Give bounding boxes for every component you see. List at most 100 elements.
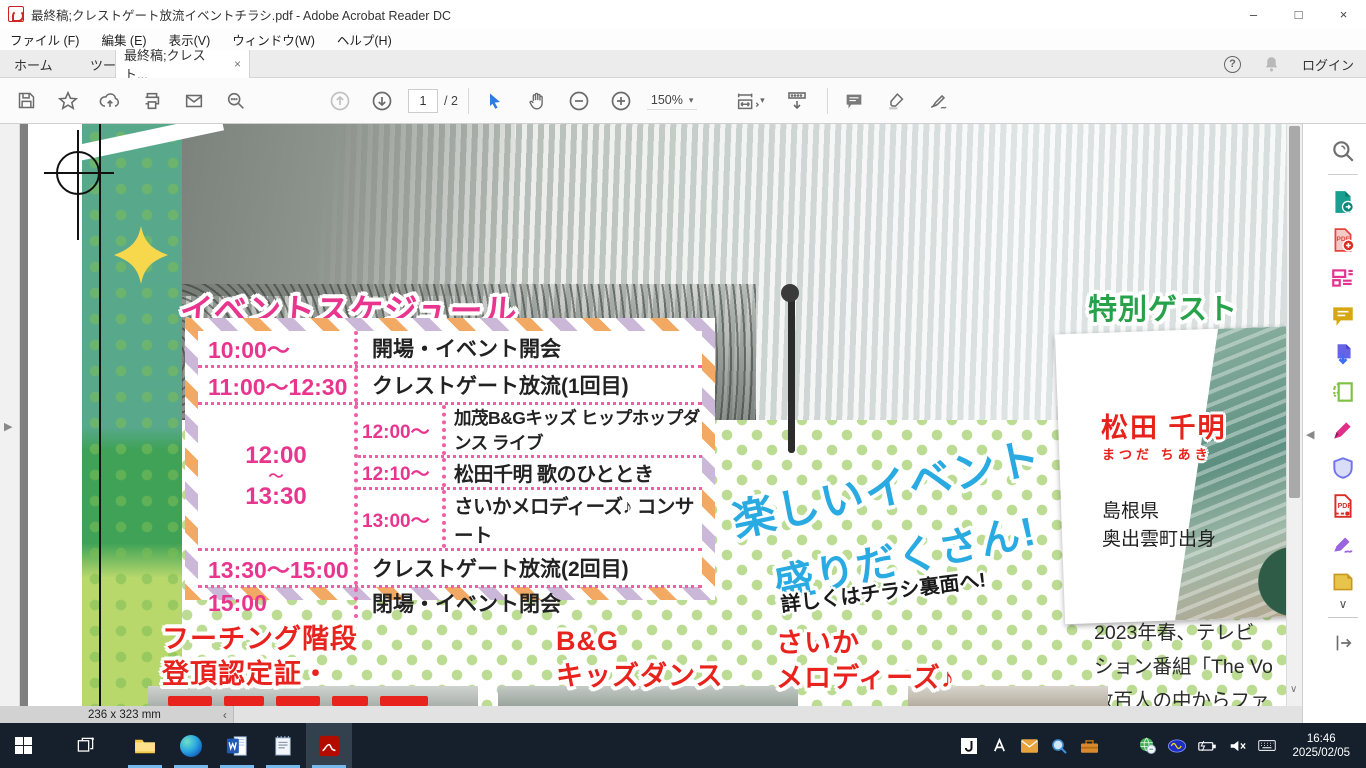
fill-sign-icon[interactable] bbox=[1323, 411, 1363, 449]
row4-time: 13:30〜15:00 bbox=[198, 551, 358, 585]
organize-pages-icon[interactable] bbox=[1323, 373, 1363, 411]
panel-collapse-icon[interactable]: ◀ bbox=[1306, 428, 1314, 441]
email-icon[interactable] bbox=[178, 85, 210, 117]
svg-text:PDF: PDF bbox=[1338, 503, 1353, 510]
subrow2-event: 松田千明 歌のひととき bbox=[446, 458, 702, 487]
file-explorer-button[interactable] bbox=[122, 723, 168, 768]
close-button[interactable]: × bbox=[1321, 0, 1366, 28]
acrobat-taskbar-button[interactable] bbox=[306, 723, 352, 768]
maximize-button[interactable]: □ bbox=[1276, 0, 1321, 28]
start-button[interactable] bbox=[0, 723, 46, 768]
clock-date: 2025/02/05 bbox=[1292, 746, 1350, 760]
tray-keyboard-icon[interactable] bbox=[1258, 737, 1276, 755]
nav-pane-expand-icon[interactable]: ▶ bbox=[4, 420, 12, 433]
tab-home[interactable]: ホーム bbox=[14, 50, 53, 78]
comment-icon[interactable] bbox=[838, 85, 870, 117]
tray-network-chat-icon[interactable] bbox=[1138, 737, 1156, 755]
row5-event: 閉場・イベント閉会 bbox=[358, 588, 702, 618]
print-icon[interactable] bbox=[136, 85, 168, 117]
tray-ime-a-icon[interactable] bbox=[990, 737, 1008, 755]
zoom-level-dropdown[interactable]: 150% ▾ bbox=[647, 91, 698, 110]
more-tools-icon[interactable]: ∨ bbox=[1339, 597, 1348, 611]
tray-volume-muted-icon[interactable] bbox=[1228, 737, 1246, 755]
tray-battery-icon[interactable] bbox=[1198, 737, 1216, 755]
sign-icon[interactable] bbox=[922, 85, 954, 117]
row3-time-end: 13:30 bbox=[245, 484, 306, 509]
combine-files-icon[interactable] bbox=[1323, 335, 1363, 373]
edge-button[interactable] bbox=[168, 723, 214, 768]
hand-tool-icon[interactable] bbox=[521, 85, 553, 117]
guest-origin-line1: 島根県 bbox=[1102, 496, 1159, 523]
taskbar-clock[interactable]: 16:46 2025/02/05 bbox=[1288, 732, 1358, 760]
share-upload-icon[interactable] bbox=[94, 85, 126, 117]
tab-close-icon[interactable]: × bbox=[234, 57, 241, 71]
notepad-button[interactable] bbox=[260, 723, 306, 768]
edit-pdf-icon[interactable] bbox=[1323, 259, 1363, 297]
menu-help[interactable]: ヘルプ(H) bbox=[337, 30, 392, 49]
login-button[interactable]: ログイン bbox=[1302, 55, 1354, 74]
schedule-row-2: 11:00〜12:30 クレストゲート放流(1回目) bbox=[198, 368, 702, 405]
protect-icon[interactable] bbox=[1323, 449, 1363, 487]
horizontal-scrollbar[interactable] bbox=[233, 706, 1302, 723]
subrow3-event: さいかメロディーズ♪ コンサート bbox=[446, 490, 702, 548]
menu-file[interactable]: ファイル (F) bbox=[10, 30, 79, 49]
guest-bio-line1: 2023年春、テレビ bbox=[1094, 616, 1286, 650]
row3-time: 12:00 〜 13:30 bbox=[198, 405, 358, 548]
stamp-icon[interactable] bbox=[1323, 563, 1363, 601]
tools-panel: ◀ PDF PDF ∨ bbox=[1302, 124, 1366, 723]
star-icon[interactable] bbox=[52, 85, 84, 117]
tab-document[interactable]: 最終稿;クレスト... × bbox=[115, 50, 250, 78]
acrobat-window: 最終稿;クレストゲート放流イベントチラシ.pdf - Adobe Acrobat… bbox=[0, 0, 1366, 768]
tray-toolbox-icon[interactable] bbox=[1080, 737, 1098, 755]
word-button[interactable] bbox=[214, 723, 260, 768]
schedule-table: 10:00〜 開場・イベント開会 11:00〜12:30 クレストゲート放流(1… bbox=[185, 318, 715, 600]
compress-pdf-icon[interactable]: PDF bbox=[1323, 487, 1363, 525]
fit-width-dropdown[interactable]: ▾ bbox=[727, 85, 771, 117]
search-tools-icon[interactable] bbox=[1323, 132, 1363, 170]
create-pdf-icon[interactable]: PDF bbox=[1323, 221, 1363, 259]
zoom-in-icon[interactable] bbox=[605, 85, 637, 117]
certificates-icon[interactable] bbox=[1323, 525, 1363, 563]
find-icon[interactable] bbox=[220, 85, 252, 117]
select-tool-icon[interactable] bbox=[479, 85, 511, 117]
row2-time: 11:00〜12:30 bbox=[198, 368, 358, 402]
bottom-label-3-line1: さいか bbox=[776, 626, 955, 661]
tray-ime-wave-icon[interactable] bbox=[1168, 737, 1186, 755]
scroll-down-icon[interactable]: ∨ bbox=[1290, 684, 1297, 695]
guest-photo bbox=[1165, 326, 1286, 621]
save-icon[interactable] bbox=[10, 85, 42, 117]
help-icon[interactable]: ? bbox=[1224, 56, 1241, 73]
microphone-head bbox=[781, 284, 799, 302]
export-pdf-icon[interactable] bbox=[1323, 183, 1363, 221]
document-area: ▶ イベントスケジュール bbox=[0, 124, 1302, 706]
tray-search-icon[interactable] bbox=[1050, 737, 1068, 755]
task-view-button[interactable] bbox=[62, 723, 108, 768]
tab-bar: ホーム ツール 最終稿;クレスト... × ? ログイン bbox=[0, 50, 1366, 78]
zoom-out-icon[interactable] bbox=[563, 85, 595, 117]
comment-tools-icon[interactable] bbox=[1323, 297, 1363, 335]
subrow1-time: 12:00〜 bbox=[358, 405, 446, 455]
schedule-row-1: 10:00〜 開場・イベント開会 bbox=[198, 331, 702, 368]
minimize-button[interactable]: – bbox=[1231, 0, 1276, 28]
clipped-red-text bbox=[380, 696, 428, 706]
clipped-red-text bbox=[332, 696, 368, 706]
bottom-label-1-line1: フーチング階段 bbox=[162, 622, 358, 657]
scroll-left-icon[interactable]: ‹ bbox=[223, 708, 227, 722]
vertical-scrollbar[interactable]: ∨ bbox=[1286, 124, 1302, 706]
notification-bell-icon[interactable] bbox=[1263, 55, 1280, 73]
schedule-row-4: 13:30〜15:00 クレストゲート放流(2回目) bbox=[198, 551, 702, 588]
clipped-red-text bbox=[168, 696, 212, 706]
vertical-scrollbar-thumb[interactable] bbox=[1289, 126, 1300, 498]
open-tools-pane-icon[interactable] bbox=[1323, 624, 1363, 662]
next-page-icon[interactable] bbox=[366, 85, 398, 117]
guest-bio-line3: 数百人の中からファ bbox=[1094, 684, 1286, 706]
row3-time-tilde: 〜 bbox=[268, 469, 283, 485]
tray-j-icon[interactable] bbox=[960, 737, 978, 755]
page-scrolling-icon[interactable] bbox=[781, 85, 813, 117]
tray-mail-icon[interactable] bbox=[1020, 737, 1038, 755]
bottom-label-1-line2: 登頂認定証・ bbox=[162, 657, 358, 692]
highlight-icon[interactable] bbox=[880, 85, 912, 117]
page-number-input[interactable] bbox=[408, 89, 438, 113]
previous-page-icon[interactable] bbox=[324, 85, 356, 117]
menu-window[interactable]: ウィンドウ(W) bbox=[232, 30, 315, 49]
